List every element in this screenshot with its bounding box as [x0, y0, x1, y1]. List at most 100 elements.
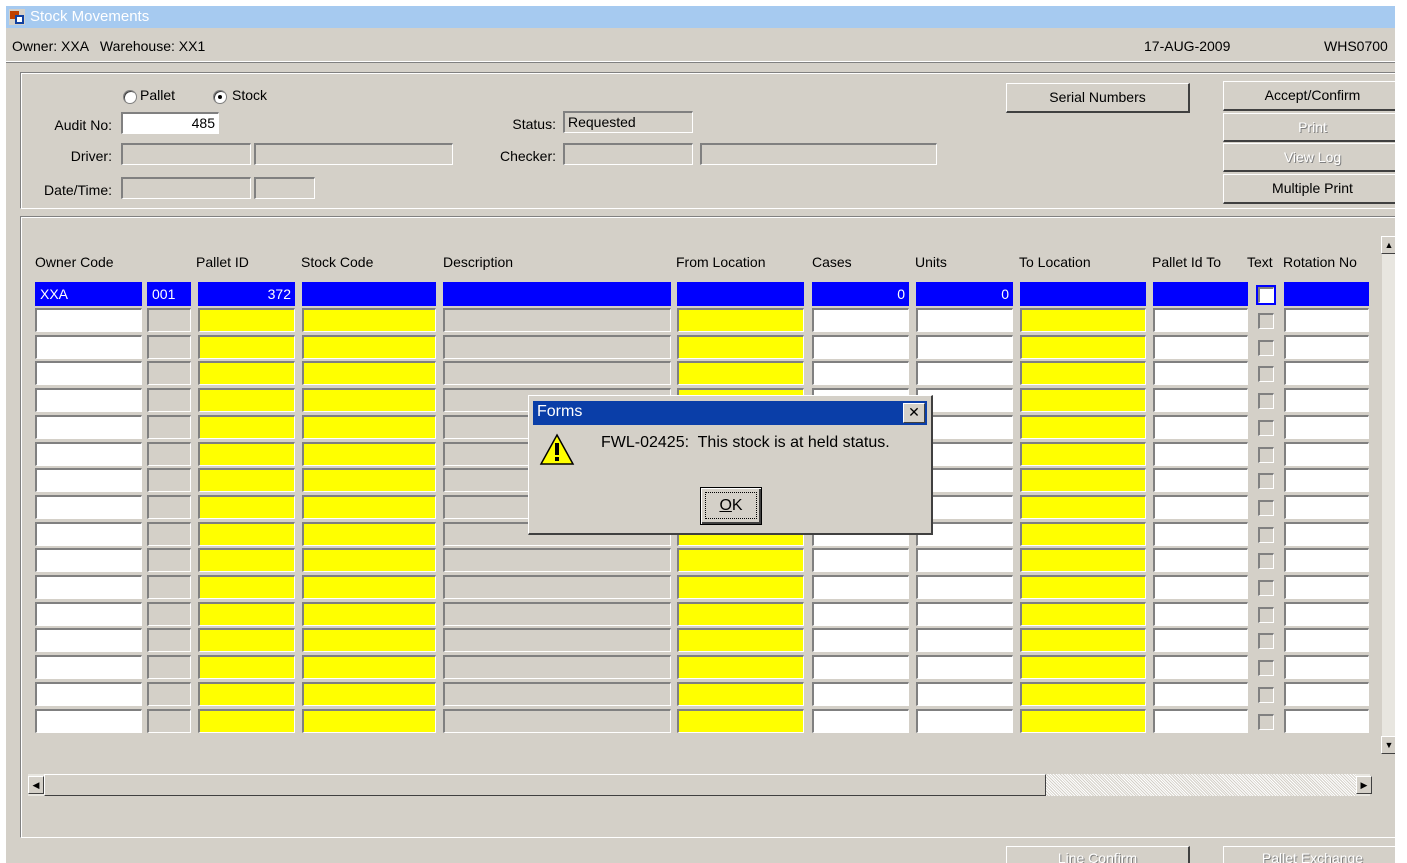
cell-owner-code[interactable]	[35, 575, 142, 599]
cell-cases[interactable]	[812, 361, 909, 386]
cell-owner-code[interactable]	[35, 681, 142, 706]
text-checkbox[interactable]	[1258, 660, 1274, 677]
cell-to-location[interactable]	[1020, 388, 1146, 413]
horizontal-scrollbar[interactable]: ◀ ▶	[28, 774, 1372, 796]
cell-owner-code[interactable]	[35, 361, 142, 386]
text-checkbox[interactable]	[1258, 606, 1274, 623]
cell-description[interactable]	[443, 334, 671, 359]
window-title-bar[interactable]: Stock Movements	[6, 6, 1395, 28]
cell-stock-code[interactable]	[302, 628, 436, 653]
cell-description[interactable]	[443, 548, 671, 573]
checker-code-field[interactable]	[563, 143, 693, 165]
cell-seq[interactable]	[147, 468, 191, 493]
cell-stock-code[interactable]	[302, 601, 436, 626]
cell-from-location[interactable]	[677, 575, 804, 599]
serial-numbers-button[interactable]: Serial Numbers	[1006, 83, 1190, 113]
cell-units[interactable]	[916, 708, 1013, 733]
multiple-print-button[interactable]: Multiple Print	[1223, 174, 1395, 204]
cell-cases[interactable]	[812, 681, 909, 706]
cell-seq[interactable]	[147, 308, 191, 332]
text-checkbox[interactable]	[1258, 686, 1274, 703]
cell-stock-code[interactable]	[302, 575, 436, 599]
cell-stock-code[interactable]	[302, 361, 436, 386]
cell-to-location[interactable]	[1020, 628, 1146, 653]
row1-cases[interactable]: 0	[812, 282, 909, 306]
cell-rotation-no[interactable]	[1284, 521, 1369, 546]
print-button[interactable]: Print	[1223, 113, 1395, 142]
cell-pallet-id-to[interactable]	[1153, 708, 1248, 733]
cell-seq[interactable]	[147, 681, 191, 706]
cell-pallet-id[interactable]	[198, 414, 295, 439]
cell-rotation-no[interactable]	[1284, 575, 1369, 599]
cell-rotation-no[interactable]	[1284, 655, 1369, 680]
cell-stock-code[interactable]	[302, 708, 436, 733]
cell-rotation-no[interactable]	[1284, 468, 1369, 493]
cell-to-location[interactable]	[1020, 308, 1146, 332]
text-checkbox[interactable]	[1258, 580, 1274, 596]
text-checkbox[interactable]	[1258, 713, 1274, 730]
cell-owner-code[interactable]	[35, 548, 142, 573]
cell-from-location[interactable]	[677, 681, 804, 706]
cell-rotation-no[interactable]	[1284, 681, 1369, 706]
cell-units[interactable]	[916, 628, 1013, 653]
cell-cases[interactable]	[812, 334, 909, 359]
checker-name-field[interactable]	[700, 143, 937, 165]
cell-units[interactable]	[916, 334, 1013, 359]
cell-description[interactable]	[443, 601, 671, 626]
cell-pallet-id-to[interactable]	[1153, 494, 1248, 519]
cell-description[interactable]	[443, 361, 671, 386]
cell-cases[interactable]	[812, 708, 909, 733]
cell-pallet-id[interactable]	[198, 494, 295, 519]
time-field[interactable]	[254, 177, 315, 199]
row1-seq[interactable]: 001	[147, 282, 191, 306]
cell-rotation-no[interactable]	[1284, 708, 1369, 733]
cell-stock-code[interactable]	[302, 414, 436, 439]
stock-radio[interactable]	[213, 90, 227, 104]
cell-stock-code[interactable]	[302, 334, 436, 359]
cell-from-location[interactable]	[677, 655, 804, 680]
cell-cases[interactable]	[812, 601, 909, 626]
cell-pallet-id[interactable]	[198, 548, 295, 573]
cell-owner-code[interactable]	[35, 708, 142, 733]
cell-from-location[interactable]	[677, 361, 804, 386]
row1-from-location[interactable]	[677, 282, 804, 306]
cell-rotation-no[interactable]	[1284, 494, 1369, 519]
cell-rotation-no[interactable]	[1284, 308, 1369, 332]
text-checkbox[interactable]	[1258, 339, 1274, 356]
cell-rotation-no[interactable]	[1284, 441, 1369, 466]
horizontal-scroll-track[interactable]	[1046, 774, 1356, 796]
cell-cases[interactable]	[812, 548, 909, 573]
cell-stock-code[interactable]	[302, 681, 436, 706]
date-field[interactable]	[121, 177, 251, 199]
cell-cases[interactable]	[812, 655, 909, 680]
cell-pallet-id[interactable]	[198, 441, 295, 466]
cell-rotation-no[interactable]	[1284, 361, 1369, 386]
row1-stock-code[interactable]	[302, 282, 436, 306]
cell-owner-code[interactable]	[35, 655, 142, 680]
scroll-right-button[interactable]: ▶	[1356, 776, 1372, 794]
cell-to-location[interactable]	[1020, 414, 1146, 439]
cell-pallet-id[interactable]	[198, 334, 295, 359]
cell-pallet-id[interactable]	[198, 521, 295, 546]
scroll-down-button[interactable]: ▼	[1381, 736, 1395, 754]
cell-owner-code[interactable]	[35, 494, 142, 519]
driver-code-field[interactable]	[121, 143, 251, 165]
driver-name-field[interactable]	[254, 143, 453, 165]
cell-to-location[interactable]	[1020, 494, 1146, 519]
cell-pallet-id-to[interactable]	[1153, 308, 1248, 332]
cell-pallet-id[interactable]	[198, 575, 295, 599]
cell-units[interactable]	[916, 681, 1013, 706]
scroll-up-button[interactable]: ▲	[1381, 236, 1395, 254]
cell-cases[interactable]	[812, 308, 909, 332]
cell-pallet-id[interactable]	[198, 628, 295, 653]
cell-description[interactable]	[443, 655, 671, 680]
cell-owner-code[interactable]	[35, 414, 142, 439]
text-checkbox[interactable]	[1258, 473, 1274, 490]
cell-from-location[interactable]	[677, 334, 804, 359]
cell-pallet-id[interactable]	[198, 388, 295, 413]
cell-pallet-id[interactable]	[198, 601, 295, 626]
cell-units[interactable]	[916, 361, 1013, 386]
cell-pallet-id-to[interactable]	[1153, 681, 1248, 706]
row1-pallet-id[interactable]: 372	[198, 282, 295, 306]
text-checkbox[interactable]	[1258, 446, 1274, 463]
